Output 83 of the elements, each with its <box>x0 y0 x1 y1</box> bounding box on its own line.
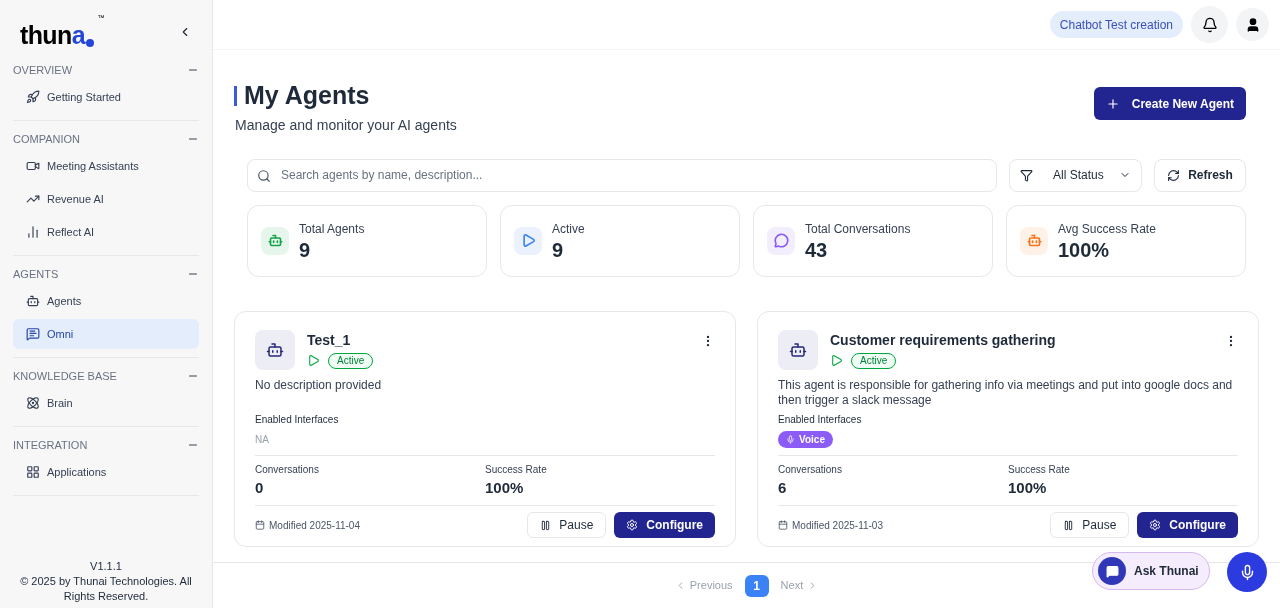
refresh-icon <box>1167 168 1181 182</box>
settings-icon <box>1149 519 1162 531</box>
stat-value: 100% <box>485 477 525 498</box>
nav-item[interactable]: Reflect AI <box>13 217 199 247</box>
rocket-icon <box>26 90 40 104</box>
ask-assistant-button[interactable]: Ask Thunai <box>1092 552 1210 590</box>
stat-label: Success Rate <box>485 462 548 477</box>
bot-icon <box>789 340 807 359</box>
configure-button[interactable]: Configure <box>1137 512 1238 538</box>
stat-label: Conversations <box>778 462 843 477</box>
pause-button[interactable]: Pause <box>1050 512 1130 538</box>
bar-chart-icon <box>26 225 40 239</box>
nav-item[interactable]: Getting Started <box>13 82 199 112</box>
copyright: © 2025 by Thunai Technologies. All Rights Reserved. <box>19 574 193 604</box>
agent-description: No description provided <box>255 377 383 394</box>
profile-button[interactable] <box>1236 8 1269 41</box>
status-label: Active <box>328 352 374 369</box>
stat-value: 100% <box>1058 237 1111 262</box>
interfaces-empty: NA <box>255 433 269 447</box>
atom-icon <box>26 396 40 410</box>
pause-icon <box>540 519 552 531</box>
nav-item[interactable]: Revenue AI <box>13 184 199 214</box>
voice-button[interactable] <box>1227 552 1267 592</box>
video-icon <box>26 159 40 173</box>
refresh-button[interactable]: Refresh <box>1154 158 1246 192</box>
apps-icon <box>26 465 40 479</box>
stat-label: Avg Success Rate <box>1058 220 1156 238</box>
stat-value: 43 <box>805 237 829 262</box>
stat-value: 9 <box>299 237 312 262</box>
modified-date: Modified 2025-11-03 <box>792 518 883 533</box>
page-title: My Agents <box>244 80 370 111</box>
pause-button[interactable]: Pause <box>527 512 607 538</box>
search-icon <box>257 168 271 183</box>
interfaces-label: Enabled Interfaces <box>255 412 340 427</box>
agent-name: Test_1 <box>307 330 352 350</box>
status-filter[interactable]: All Status <box>1009 158 1142 192</box>
section-title: COMPANION <box>13 131 81 147</box>
workspace-chip[interactable]: Chatbot Test creation <box>1049 11 1183 38</box>
settings-icon <box>626 519 639 531</box>
message-icon <box>26 327 40 341</box>
status-label: Active <box>851 352 897 369</box>
pause-icon <box>1063 519 1075 531</box>
configure-button[interactable]: Configure <box>614 512 715 538</box>
chat-icon <box>1105 564 1119 578</box>
agent-name: Customer requirements gathering <box>830 330 1057 350</box>
nav-item[interactable]: Meeting Assistants <box>13 151 199 181</box>
bot-icon <box>266 340 284 359</box>
notification-button[interactable] <box>1191 6 1228 43</box>
stat-value: 9 <box>552 237 565 262</box>
page-button[interactable]: 1 <box>744 574 769 597</box>
mic-icon <box>786 435 795 444</box>
stat-label: Total Agents <box>299 220 365 238</box>
stat-value: 0 <box>255 477 265 498</box>
interface-badge: Voice <box>778 431 833 448</box>
section-title: OVERVIEW <box>13 62 73 78</box>
section-title: KNOWLEDGE BASE <box>13 368 117 384</box>
stat-label: Total Conversations <box>805 220 911 238</box>
nav-item[interactable]: Brain <box>13 388 199 418</box>
stat-label: Active <box>552 220 585 238</box>
play-icon[interactable] <box>830 354 843 367</box>
calendar-icon <box>255 520 265 530</box>
section-title: INTEGRATION <box>13 437 88 453</box>
bell-icon <box>1201 16 1218 33</box>
agent-description: This agent is responsible for gathering info via meetings and put into google docs and then trigger a slack message <box>778 377 1234 408</box>
stat-label: Conversations <box>255 462 320 477</box>
play-icon[interactable] <box>307 354 320 367</box>
search-field[interactable]: Search agents by name, description... <box>247 158 997 192</box>
filter-icon <box>1020 168 1033 182</box>
calendar-icon <box>778 520 788 530</box>
nav-item[interactable]: Applications <box>13 457 199 487</box>
section-title: AGENTS <box>13 266 59 282</box>
nav-item[interactable]: Agents <box>13 286 199 316</box>
modified-date: Modified 2025-11-04 <box>269 518 360 533</box>
stat-value: 100% <box>1008 477 1048 498</box>
stat-label: Success Rate <box>1008 462 1071 477</box>
nav-item[interactable]: Omni <box>13 319 199 349</box>
stat-value: 6 <box>778 477 788 498</box>
create-agent-button[interactable]: Create New Agent <box>1093 87 1246 120</box>
page-subtitle: Manage and monitor your AI agents <box>235 115 457 135</box>
version: V1.1.1 <box>89 559 123 574</box>
interfaces-label: Enabled Interfaces <box>778 412 863 427</box>
plus-icon <box>1105 96 1120 111</box>
bot-icon <box>26 294 40 308</box>
